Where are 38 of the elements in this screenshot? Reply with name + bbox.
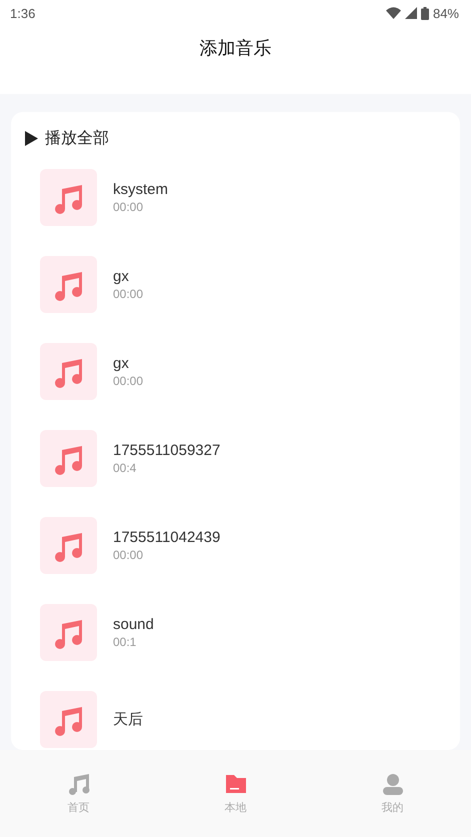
music-note-icon (40, 517, 97, 574)
song-item[interactable]: gx 00:00 (40, 343, 431, 400)
song-item[interactable]: gx 00:00 (40, 256, 431, 313)
song-title: 1755511042439 (113, 529, 220, 546)
song-title: gx (113, 268, 130, 285)
page-title: 添加音乐 (200, 37, 272, 60)
song-title: 天后 (113, 710, 143, 729)
wifi-icon (386, 7, 401, 19)
music-note-icon (40, 604, 97, 661)
song-duration: 00:4 (113, 461, 138, 475)
song-item[interactable]: sound 00:1 (40, 604, 431, 661)
song-duration: 00:1 (113, 635, 138, 649)
folder-icon (224, 772, 248, 796)
song-item[interactable]: 天后 (40, 691, 431, 748)
play-all-button[interactable]: 播放全部 (11, 112, 123, 159)
song-title: sound (113, 616, 154, 633)
song-duration: 00:00 (113, 548, 144, 562)
music-note-icon (40, 169, 97, 226)
song-item[interactable]: 1755511042439 00:00 (40, 517, 431, 574)
song-duration: 00:00 (113, 287, 144, 301)
music-note-icon (40, 343, 97, 400)
song-item[interactable]: ksystem 00:00 (40, 169, 431, 226)
music-note-icon (40, 430, 97, 487)
signal-icon (404, 7, 417, 19)
music-note-icon (66, 772, 90, 796)
song-item[interactable]: 1755511059327 00:4 (40, 430, 431, 487)
song-title: ksystem (113, 181, 168, 198)
battery-icon (420, 6, 429, 20)
song-title: 1755511059327 (113, 442, 220, 459)
status-time: 1:36 (10, 6, 36, 20)
play-icon (25, 131, 38, 146)
song-title: gx (113, 355, 130, 372)
battery-level: 84% (432, 6, 459, 20)
song-duration: 00:00 (113, 200, 144, 214)
person-icon (380, 772, 404, 796)
song-duration: 00:00 (113, 374, 144, 388)
music-note-icon (40, 691, 97, 748)
music-note-icon (40, 256, 97, 313)
